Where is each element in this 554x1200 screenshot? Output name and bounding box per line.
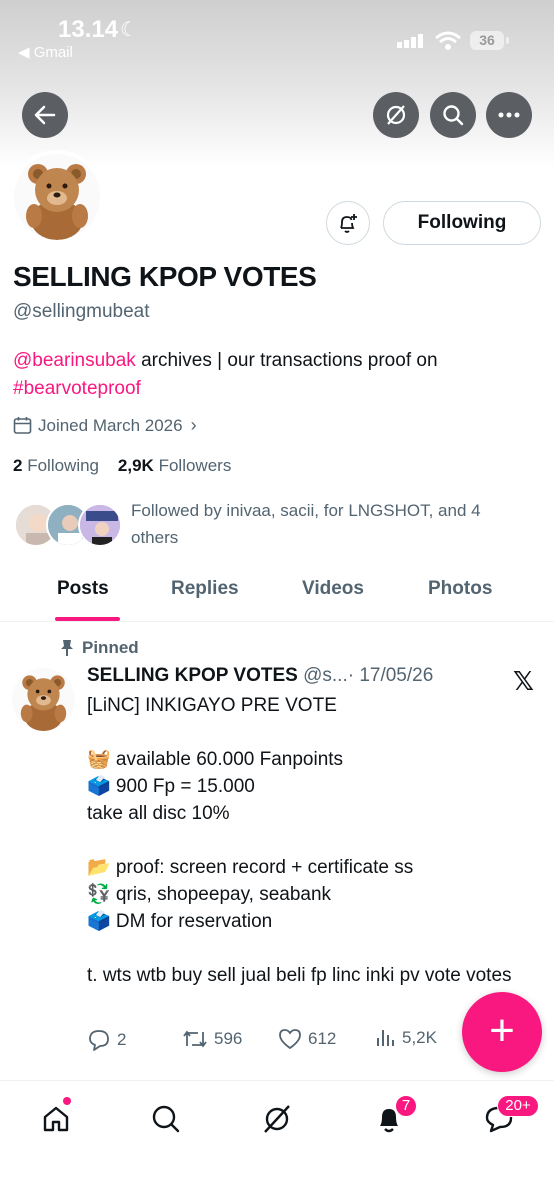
followed-by-avatars[interactable] xyxy=(14,503,124,549)
post-date: · 17/05/26 xyxy=(347,665,434,686)
pinned-text: Pinned xyxy=(82,638,139,657)
like-icon xyxy=(279,1029,301,1050)
tab-photos[interactable]: Photos xyxy=(428,578,492,600)
search-icon xyxy=(443,105,464,126)
notifications-badge: 7 xyxy=(395,1095,417,1117)
pin-icon xyxy=(61,640,73,656)
battery-tip xyxy=(506,37,509,44)
grok-icon xyxy=(264,1105,290,1133)
status-bar: 13.14 ☾ ◀ Gmail 36 xyxy=(0,0,554,70)
joined-label: Joined March 2026 xyxy=(38,415,183,435)
bio-mention-link[interactable]: @bearinsubak xyxy=(13,350,136,371)
repost-button[interactable]: 596 xyxy=(182,1028,242,1050)
following-stat[interactable]: 2 Following xyxy=(13,456,99,475)
like-button[interactable]: 612 xyxy=(278,1028,336,1050)
following-label: Following xyxy=(27,456,100,475)
home-icon xyxy=(43,1106,69,1132)
back-button[interactable] xyxy=(22,92,68,138)
messages-badge: 20+ xyxy=(497,1095,539,1117)
followers-label: Followers xyxy=(158,456,232,475)
status-time: 13.14 xyxy=(58,16,119,43)
post-author-avatar[interactable] xyxy=(12,668,75,731)
joined-date[interactable]: Joined March 2026 › xyxy=(13,415,197,436)
tab-posts[interactable]: Posts xyxy=(57,578,109,600)
views-icon xyxy=(377,1030,394,1046)
search-button[interactable] xyxy=(430,92,476,138)
tab-videos[interactable]: Videos xyxy=(302,578,364,600)
chevron-right-icon: › xyxy=(190,415,197,435)
profile-tabs: Posts Replies Videos Photos xyxy=(0,566,554,622)
repost-icon xyxy=(183,1030,207,1048)
back-arrow-icon xyxy=(34,105,56,125)
bio-text: archives | our transactions proof on xyxy=(135,350,438,371)
reply-button[interactable]: 2 xyxy=(87,1028,126,1052)
home-unread-dot xyxy=(63,1097,71,1105)
more-icon xyxy=(498,112,520,118)
reply-count: 2 xyxy=(117,1030,127,1049)
moon-icon: ☾ xyxy=(120,19,138,41)
compose-button[interactable]: + xyxy=(462,992,542,1072)
wifi-icon xyxy=(435,31,461,50)
post-actions: 2 596 612 5,2K xyxy=(87,1028,467,1056)
follower-avatar xyxy=(78,503,122,547)
repost-count: 596 xyxy=(214,1029,243,1048)
profile-bio: @bearinsubak archives | our transactions… xyxy=(13,347,533,403)
back-to-app-link[interactable]: ◀ Gmail xyxy=(18,43,73,61)
views-button[interactable]: 5,2K xyxy=(376,1028,437,1048)
post-author-name[interactable]: SELLING KPOP VOTES xyxy=(87,665,298,686)
post-body[interactable]: [LiNC] INKIGAYO PRE VOTE 🧺 available 60.… xyxy=(87,692,527,989)
calendar-icon xyxy=(13,417,32,434)
teddy-bear-image xyxy=(12,668,75,731)
followers-stat[interactable]: 2,9K Followers xyxy=(118,456,231,475)
teddy-bear-image xyxy=(14,154,100,240)
bell-plus-icon xyxy=(340,214,357,233)
bottom-navigation: 7 20+ xyxy=(0,1080,554,1200)
profile-avatar[interactable] xyxy=(10,150,104,244)
grok-button[interactable] xyxy=(373,92,419,138)
tab-replies[interactable]: Replies xyxy=(171,578,239,600)
post-header: SELLING KPOP VOTES @s...· 17/05/26 xyxy=(87,665,433,687)
bio-hashtag-link[interactable]: #bearvoteproof xyxy=(13,378,141,399)
nav-home[interactable] xyxy=(36,1099,76,1139)
reply-icon xyxy=(89,1030,109,1051)
nav-search[interactable] xyxy=(146,1099,186,1139)
post-author-handle[interactable]: @s... xyxy=(303,665,348,686)
followers-count: 2,9K xyxy=(117,456,154,475)
signal-icon xyxy=(397,34,423,48)
plus-icon: + xyxy=(489,1006,515,1055)
nav-grok[interactable] xyxy=(257,1099,297,1139)
views-count: 5,2K xyxy=(402,1028,437,1047)
following-button[interactable]: Following xyxy=(383,201,541,245)
notify-button[interactable] xyxy=(326,201,370,245)
pinned-label: Pinned xyxy=(60,638,139,658)
battery-indicator: 36 xyxy=(470,31,504,50)
followed-by-text[interactable]: Followed by inivaa, sacii, for LNGSHOT, … xyxy=(131,497,531,551)
following-count: 2 xyxy=(13,456,23,475)
follow-stats: 2 Following 2,9K Followers xyxy=(13,456,231,476)
search-icon xyxy=(152,1105,180,1133)
active-tab-indicator xyxy=(55,617,120,621)
profile-handle: @sellingmubeat xyxy=(13,301,150,322)
grok-icon xyxy=(386,105,406,125)
like-count: 612 xyxy=(308,1029,337,1048)
more-button[interactable] xyxy=(486,92,532,138)
profile-name: SELLING KPOP VOTES xyxy=(13,261,317,292)
